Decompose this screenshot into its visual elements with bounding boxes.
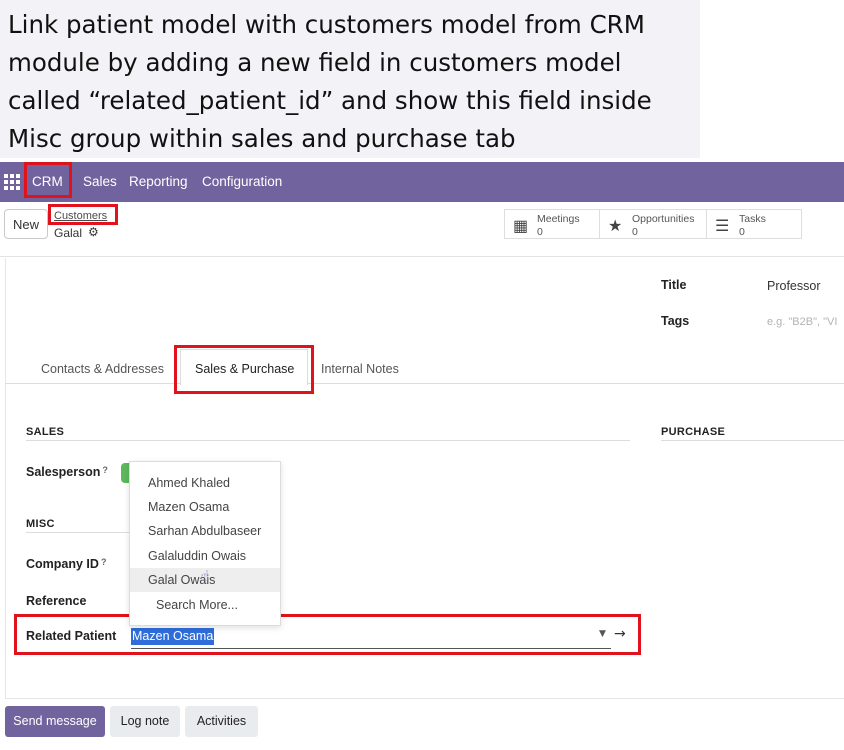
calendar-icon: ▦ bbox=[513, 218, 529, 235]
group-title-purchase: PURCHASE bbox=[661, 426, 726, 438]
group-title-sales: SALES bbox=[26, 426, 65, 438]
activities-button[interactable]: Activities bbox=[185, 706, 258, 737]
group-divider bbox=[26, 440, 630, 441]
group-title-misc: MISC bbox=[26, 518, 55, 530]
caption-line: Link patient model with customers model … bbox=[8, 10, 645, 39]
tasks-icon: ☰ bbox=[715, 218, 730, 235]
title-label: Title bbox=[661, 278, 687, 292]
instruction-text: Link patient model with customers model … bbox=[8, 6, 698, 158]
dropdown-option[interactable]: Sarhan Abdulbaseer bbox=[130, 519, 280, 543]
help-tooltip-icon[interactable]: ? bbox=[102, 465, 108, 475]
caption-line: module by adding a new field in customer… bbox=[8, 48, 622, 77]
highlight-box-crm bbox=[24, 162, 72, 198]
tab-internal-notes[interactable]: Internal Notes bbox=[321, 362, 399, 376]
top-navbar: CRM Sales Reporting Configuration bbox=[0, 162, 844, 202]
caption-line: called “related_patient_id” and show thi… bbox=[8, 86, 652, 115]
apps-menu-icon[interactable] bbox=[4, 174, 20, 190]
smart-button-opportunities[interactable]: ★ Opportunities 0 bbox=[599, 209, 707, 239]
gear-icon[interactable]: ⚙ bbox=[88, 225, 99, 239]
menu-reporting[interactable]: Reporting bbox=[129, 162, 188, 202]
star-icon: ★ bbox=[608, 218, 623, 235]
smart-button-meetings[interactable]: ▦ Meetings 0 bbox=[504, 209, 600, 239]
salesperson-label: Salesperson? bbox=[26, 465, 108, 479]
hand-cursor-icon: ☝ bbox=[200, 567, 210, 585]
dropdown-option[interactable]: Ahmed Khaled bbox=[130, 471, 280, 495]
smart-button-count: 0 bbox=[632, 226, 638, 238]
help-tooltip-icon[interactable]: ? bbox=[101, 557, 107, 567]
highlight-box-sales-purchase-tab bbox=[174, 345, 314, 394]
search-more-option[interactable]: Search More... bbox=[130, 593, 280, 617]
group-divider bbox=[661, 440, 844, 441]
highlight-box-related-patient bbox=[14, 614, 641, 655]
company-id-label: Company ID? bbox=[26, 557, 107, 571]
new-button[interactable]: New bbox=[4, 209, 48, 239]
smart-button-label: Opportunities bbox=[632, 213, 695, 225]
dropdown-option[interactable]: Galaluddin Owais bbox=[130, 544, 280, 568]
smart-button-tasks[interactable]: ☰ Tasks 0 bbox=[706, 209, 802, 239]
smart-button-label: Tasks bbox=[739, 213, 766, 225]
tags-label: Tags bbox=[661, 314, 690, 328]
title-value[interactable]: Professor bbox=[767, 279, 821, 293]
menu-configuration[interactable]: Configuration bbox=[202, 162, 282, 202]
dropdown-option[interactable]: Mazen Osama bbox=[130, 495, 280, 519]
menu-sales[interactable]: Sales bbox=[83, 162, 117, 202]
smart-button-count: 0 bbox=[739, 226, 745, 238]
tags-input[interactable]: e.g. "B2B", "VI bbox=[767, 316, 844, 328]
caption-line: Misc group within sales and purchase tab bbox=[8, 124, 516, 153]
group-divider bbox=[26, 532, 129, 533]
highlight-box-customers bbox=[48, 204, 118, 225]
tab-contacts-addresses[interactable]: Contacts & Addresses bbox=[41, 362, 164, 376]
log-note-button[interactable]: Log note bbox=[110, 706, 180, 737]
tabs-divider bbox=[5, 383, 844, 384]
smart-button-label: Meetings bbox=[537, 213, 580, 225]
reference-label: Reference bbox=[26, 594, 87, 608]
autocomplete-dropdown: Ahmed Khaled Mazen Osama Sarhan Abdulbas… bbox=[129, 461, 281, 626]
smart-button-count: 0 bbox=[537, 226, 543, 238]
breadcrumb-record-name: Galal bbox=[54, 226, 83, 240]
send-message-button[interactable]: Send message bbox=[5, 706, 105, 737]
